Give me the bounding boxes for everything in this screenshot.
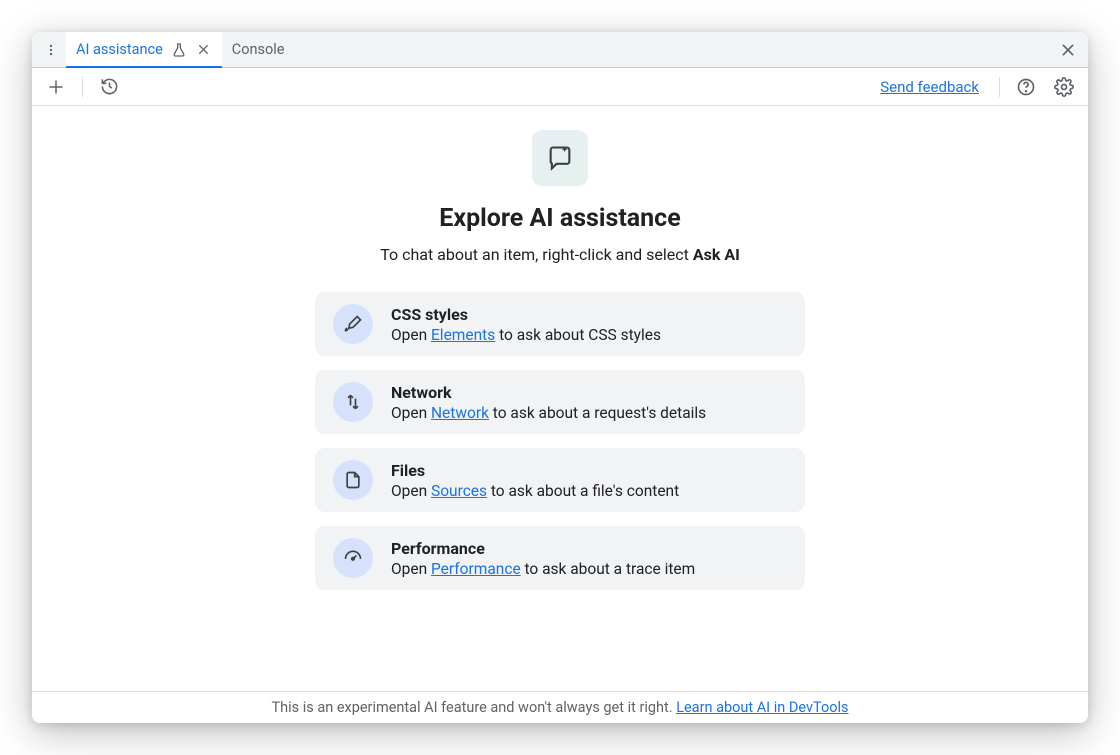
- close-icon: [197, 43, 210, 56]
- network-icon: [333, 382, 373, 422]
- plus-icon: [47, 78, 65, 96]
- network-link[interactable]: Network: [431, 404, 489, 422]
- card-performance: Performance Open Performance to ask abou…: [315, 526, 805, 590]
- performance-link[interactable]: Performance: [431, 560, 521, 578]
- ai-chat-icon: [546, 144, 574, 172]
- card-desc: Open Performance to ask about a trace it…: [391, 560, 787, 578]
- content-area: Explore AI assistance To chat about an i…: [32, 106, 1088, 691]
- gauge-icon: [333, 538, 373, 578]
- tab-label: Console: [232, 41, 285, 58]
- toolbar: Send feedback: [32, 68, 1088, 106]
- kebab-icon: [44, 43, 58, 57]
- divider: [82, 77, 83, 97]
- divider: [999, 77, 1000, 97]
- tab-ai-assistance[interactable]: AI assistance: [66, 32, 222, 67]
- help-icon: [1016, 77, 1036, 97]
- new-chat-button[interactable]: [42, 73, 70, 101]
- send-feedback-link[interactable]: Send feedback: [880, 78, 979, 96]
- history-icon: [100, 77, 119, 96]
- card-desc: Open Sources to ask about a file's conte…: [391, 482, 787, 500]
- tab-close-button[interactable]: [195, 43, 212, 56]
- brush-icon: [333, 304, 373, 344]
- tab-console[interactable]: Console: [222, 32, 295, 67]
- devtools-panel: AI assistance Console Send feedback: [32, 32, 1088, 723]
- panel-close-button[interactable]: [1048, 32, 1088, 67]
- card-title: CSS styles: [391, 305, 787, 324]
- card-title: Performance: [391, 539, 787, 558]
- learn-more-link[interactable]: Learn about AI in DevTools: [676, 699, 848, 716]
- footer-text: This is an experimental AI feature and w…: [271, 699, 676, 716]
- elements-link[interactable]: Elements: [431, 326, 495, 344]
- gear-icon: [1054, 77, 1074, 97]
- settings-button[interactable]: [1050, 73, 1078, 101]
- history-button[interactable]: [95, 73, 123, 101]
- card-desc: Open Elements to ask about CSS styles: [391, 326, 787, 344]
- card-title: Files: [391, 461, 787, 480]
- cards-list: CSS styles Open Elements to ask about CS…: [315, 292, 805, 590]
- close-icon: [1060, 42, 1076, 58]
- hero-subtitle: To chat about an item, right-click and s…: [380, 245, 740, 264]
- tabbar-menu-button[interactable]: [36, 32, 66, 67]
- footer: This is an experimental AI feature and w…: [32, 691, 1088, 723]
- card-css-styles: CSS styles Open Elements to ask about CS…: [315, 292, 805, 356]
- card-files: Files Open Sources to ask about a file's…: [315, 448, 805, 512]
- hero-title: Explore AI assistance: [439, 204, 680, 233]
- flask-icon: [171, 42, 187, 58]
- help-button[interactable]: [1012, 73, 1040, 101]
- card-title: Network: [391, 383, 787, 402]
- card-network: Network Open Network to ask about a requ…: [315, 370, 805, 434]
- tab-label: AI assistance: [76, 41, 163, 58]
- hero-icon: [532, 130, 588, 186]
- tabbar: AI assistance Console: [32, 32, 1088, 68]
- sources-link[interactable]: Sources: [431, 482, 487, 500]
- file-icon: [333, 460, 373, 500]
- card-desc: Open Network to ask about a request's de…: [391, 404, 787, 422]
